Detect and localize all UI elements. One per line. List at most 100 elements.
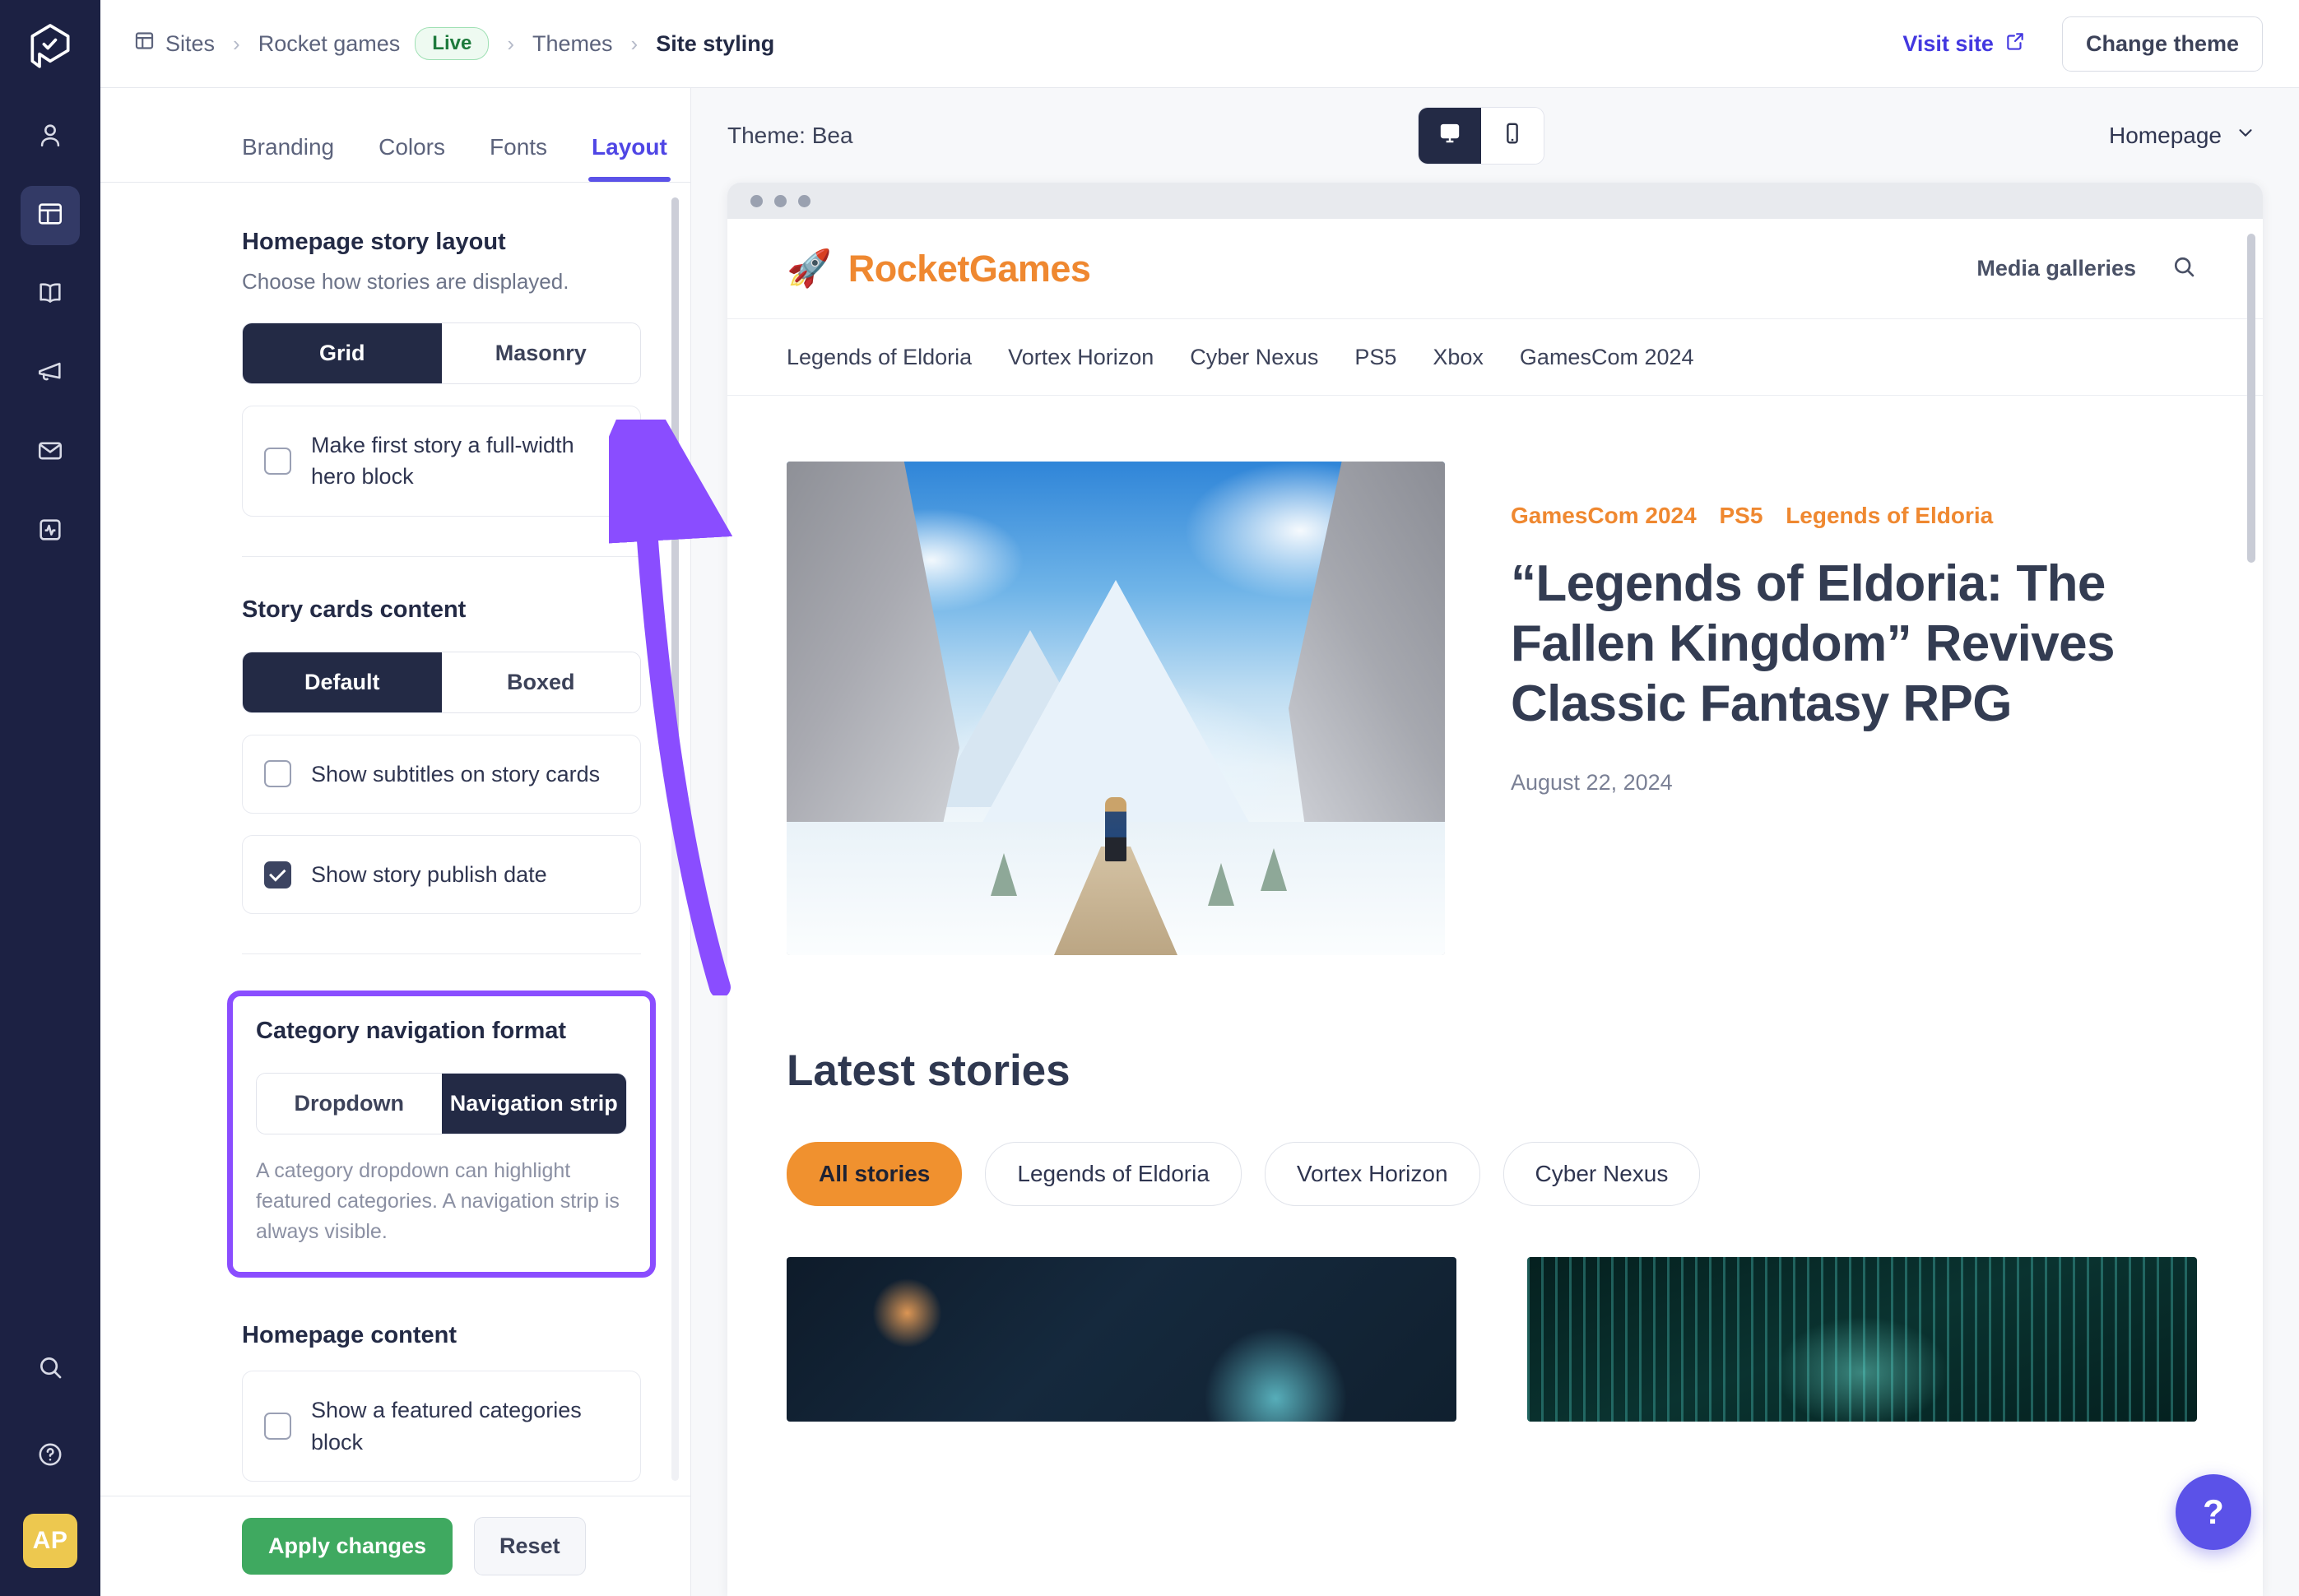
site-scrollbar-thumb[interactable] — [2247, 234, 2255, 563]
visit-site-link[interactable]: Visit site — [1902, 30, 2026, 58]
story-card-image — [1527, 1257, 2197, 1422]
category-link-ps5[interactable]: PS5 — [1354, 345, 1396, 370]
tab-colors[interactable]: Colors — [379, 134, 445, 182]
category-nav-option-navigation-strip[interactable]: Navigation strip — [441, 1074, 626, 1134]
change-theme-button[interactable]: Change theme — [2061, 16, 2263, 72]
checkbox-show-publish-date[interactable]: Show story publish date — [242, 834, 641, 915]
sites-icon — [133, 30, 156, 58]
site-body: GamesCom 2024 PS5 Legends of Eldoria “Le… — [727, 396, 2263, 1422]
rail-item-list — [21, 107, 80, 561]
site-brand[interactable]: 🚀 RocketGames — [787, 248, 1091, 290]
tab-layout[interactable]: Layout — [588, 134, 671, 182]
site-category-navigation-strip: Legends of Eldoria Vortex Horizon Cyber … — [727, 319, 2263, 396]
category-nav-option-dropdown[interactable]: Dropdown — [257, 1074, 442, 1134]
site-link-media-galleries[interactable]: Media galleries — [1976, 256, 2136, 281]
sidebar-item-contacts[interactable] — [21, 107, 80, 166]
panel-scrollbar-thumb[interactable] — [671, 197, 679, 757]
breadcrumb-site-name[interactable]: Rocket games — [258, 31, 401, 57]
visit-site-label: Visit site — [1902, 30, 1994, 56]
help-circle-icon — [36, 1441, 64, 1473]
category-link-cyber-nexus[interactable]: Cyber Nexus — [1190, 345, 1318, 370]
sidebar-item-emails[interactable] — [21, 423, 80, 482]
hero-category-ps5[interactable]: PS5 — [1719, 503, 1763, 528]
checkbox-show-publish-date-label: Show story publish date — [311, 861, 547, 887]
category-link-gamescom-2024[interactable]: GamesCom 2024 — [1520, 345, 1694, 370]
breadcrumb-sites[interactable]: Sites — [133, 30, 215, 58]
checkbox-featured-categories-block-label: Show a featured categories block — [311, 1398, 582, 1454]
chip-all-stories[interactable]: All stories — [787, 1142, 963, 1206]
apply-changes-button[interactable]: Apply changes — [242, 1518, 453, 1575]
story-layout-option-masonry[interactable]: Masonry — [441, 323, 640, 383]
sidebar-item-sites[interactable] — [21, 186, 80, 245]
help-fab-button[interactable]: ? — [2176, 1474, 2251, 1550]
external-link-icon — [2004, 30, 2026, 58]
hero-story-headline[interactable]: “Legends of Eldoria: The Fallen Kingdom”… — [1511, 554, 2197, 734]
tab-branding[interactable]: Branding — [242, 134, 334, 182]
settings-content: Homepage story layout Choose how stories… — [100, 183, 690, 1496]
story-cards-option-boxed[interactable]: Boxed — [441, 652, 640, 712]
rail-search-button[interactable] — [21, 1339, 80, 1399]
story-card[interactable] — [1527, 1257, 2197, 1422]
section-title: Story cards content — [242, 596, 467, 623]
checkbox-hero-block[interactable]: Make first story a full-width hero block — [242, 406, 641, 517]
search-icon[interactable] — [2171, 253, 2197, 284]
latest-stories-title: Latest stories — [787, 1046, 1071, 1095]
question-mark-icon: ? — [2203, 1492, 2224, 1531]
category-nav-note: A category dropdown can highlight featur… — [256, 1159, 620, 1244]
styling-settings-panel: Branding Colors Fonts Layout Homepage st… — [100, 88, 691, 1596]
divider-1 — [242, 555, 641, 557]
page-selector[interactable]: Homepage — [2109, 122, 2256, 149]
checkbox-show-publish-date-box[interactable] — [264, 861, 291, 888]
left-nav-rail: AP — [0, 0, 100, 1596]
breadcrumb-separator-3: › — [630, 30, 639, 56]
story-card[interactable] — [787, 1257, 1456, 1422]
story-cards-segment: Default Boxed — [242, 651, 641, 713]
chip-vortex-horizon[interactable]: Vortex Horizon — [1264, 1142, 1480, 1206]
pine-tree — [991, 853, 1017, 896]
section-homepage-content: Homepage content Show a featured categor… — [242, 1322, 641, 1482]
section-title: Category navigation format — [256, 1018, 567, 1045]
device-option-mobile[interactable] — [1480, 107, 1544, 164]
browser-dot-close — [750, 194, 763, 207]
sidebar-item-campaigns[interactable] — [21, 344, 80, 403]
category-link-xbox[interactable]: Xbox — [1433, 345, 1484, 370]
rail-help-button[interactable] — [21, 1427, 80, 1486]
checkbox-show-subtitles-box[interactable] — [264, 760, 291, 788]
avatar[interactable]: AP — [23, 1514, 77, 1568]
pine-tree — [1208, 863, 1234, 906]
chevron-down-icon — [2235, 122, 2256, 149]
breadcrumb-sites-label: Sites — [165, 30, 216, 56]
section-homepage-story-layout: Homepage story layout Choose how stories… — [242, 229, 641, 517]
sidebar-item-analytics[interactable] — [21, 502, 80, 561]
settings-scroll-area: Homepage story layout Choose how stories… — [100, 183, 690, 1496]
reset-button[interactable]: Reset — [474, 1517, 586, 1575]
checkbox-show-subtitles[interactable]: Show subtitles on story cards — [242, 734, 641, 814]
checkbox-hero-block-label: Make first story a full-width hero block — [311, 433, 574, 489]
chip-legends-of-eldoria[interactable]: Legends of Eldoria — [985, 1142, 1242, 1206]
device-option-desktop[interactable] — [1418, 107, 1481, 164]
story-layout-option-grid[interactable]: Grid — [243, 323, 442, 383]
hero-category-legends[interactable]: Legends of Eldoria — [1786, 503, 1993, 528]
checkbox-featured-categories-block-box[interactable] — [264, 1413, 291, 1441]
sidebar-item-stories[interactable] — [21, 265, 80, 324]
latest-stories-grid — [787, 1257, 2197, 1422]
hero-category-gamescom[interactable]: GamesCom 2024 — [1511, 503, 1697, 528]
search-icon — [36, 1353, 64, 1385]
checkbox-hero-block-box[interactable] — [264, 447, 291, 475]
breadcrumb-themes[interactable]: Themes — [532, 31, 613, 57]
category-link-vortex-horizon[interactable]: Vortex Horizon — [1008, 345, 1154, 370]
hero-story-image[interactable] — [787, 462, 1445, 955]
tab-fonts[interactable]: Fonts — [490, 134, 547, 182]
story-cards-option-default[interactable]: Default — [243, 652, 442, 712]
browser-dot-maximize — [798, 194, 810, 207]
megaphone-icon — [36, 358, 64, 390]
story-card-image — [787, 1257, 1456, 1422]
category-link-legends-of-eldoria[interactable]: Legends of Eldoria — [787, 345, 972, 370]
rail-bottom-group: AP — [21, 1339, 80, 1596]
chip-cyber-nexus[interactable]: Cyber Nexus — [1502, 1142, 1701, 1206]
prezly-logo-icon[interactable] — [21, 18, 79, 76]
page-selector-value: Homepage — [2109, 122, 2222, 148]
checkbox-featured-categories-block[interactable]: Show a featured categories block — [242, 1371, 641, 1482]
traveler-figure — [1105, 797, 1126, 861]
envelope-icon — [36, 437, 64, 469]
